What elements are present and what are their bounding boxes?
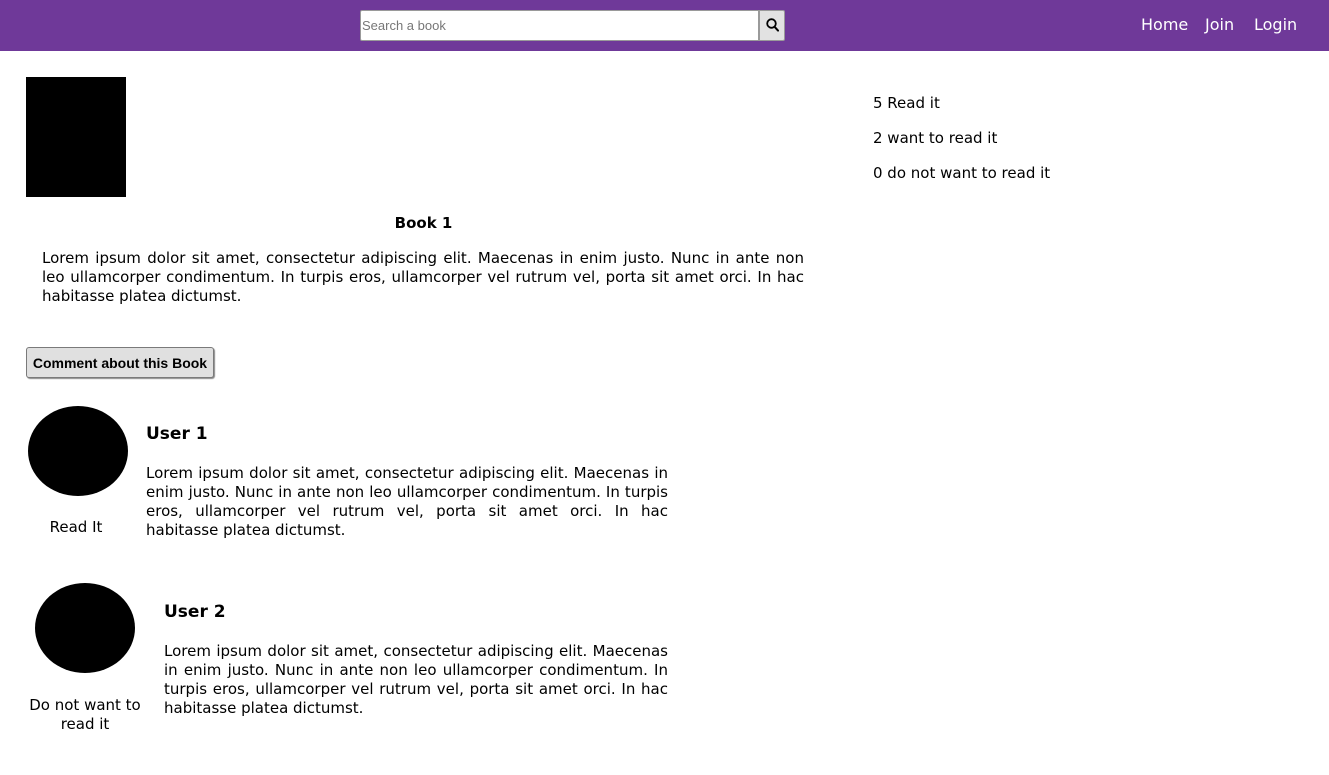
search-input[interactable] <box>360 10 759 41</box>
book-description: Lorem ipsum dolor sit amet, consectetur … <box>42 249 804 305</box>
stat-want-to-read: 2 want to read it <box>873 129 998 147</box>
comment-user-name: User 1 <box>146 424 208 444</box>
comment-text: Lorem ipsum dolor sit amet, consectetur … <box>146 464 668 539</box>
search-icon <box>766 18 779 32</box>
comment-user-name: User 2 <box>164 602 226 622</box>
stat-do-not-want-to-read: 0 do not want to read it <box>873 164 1051 182</box>
stat-read-it: 5 Read it <box>873 94 940 112</box>
comment-about-book-button[interactable]: Comment about this Book <box>26 347 214 378</box>
reading-status: Read It <box>49 518 103 536</box>
comment-text: Lorem ipsum dolor sit amet, consectetur … <box>164 642 668 717</box>
nav-link-home[interactable]: Home <box>1141 15 1188 35</box>
nav-link-join[interactable]: Join <box>1205 15 1234 35</box>
nav-link-login[interactable]: Login <box>1254 15 1297 35</box>
search-bar <box>360 10 785 41</box>
avatar <box>35 583 135 673</box>
book-title: Book 1 <box>394 214 453 232</box>
avatar <box>28 406 128 496</box>
search-button[interactable] <box>759 10 785 41</box>
reading-status: Do not want to read it <box>29 696 141 733</box>
book-cover-image <box>26 77 126 197</box>
navbar: Home Join Login <box>0 0 1329 51</box>
